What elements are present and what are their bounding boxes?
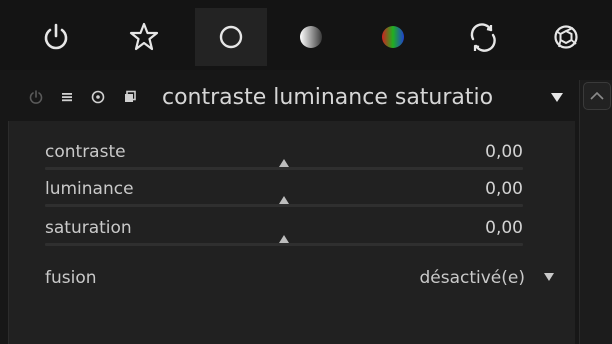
star-icon [129,22,159,51]
color-wheel-icon [382,26,404,48]
module-collapse-button[interactable] [546,86,568,108]
saturation-slider[interactable]: saturation 0,00 [45,217,523,257]
slider-label: contraste [45,142,126,162]
group-tab-power[interactable] [20,8,92,66]
slider-value: 0,00 [485,179,523,199]
luminance-slider[interactable]: luminance 0,00 [45,178,523,218]
slider-label: luminance [45,179,134,199]
slider-value: 0,00 [485,218,523,238]
slider-track[interactable] [45,243,523,246]
module-reset-button[interactable] [88,87,108,107]
triangle-down-icon [551,93,563,102]
triangle-down-icon [544,273,554,281]
multi-instance-icon [125,90,136,102]
slider-marker[interactable] [279,159,289,167]
module-presets-button[interactable] [57,87,77,107]
module-group-bar [0,0,612,70]
group-tab-color[interactable] [357,8,429,66]
circle-outline-icon [219,25,243,49]
module-body: contraste 0,00 luminance 0,00 saturation… [8,121,575,344]
scroll-up-button[interactable] [583,82,611,110]
blend-label: fusion [45,268,97,288]
group-tab-effect[interactable] [530,8,602,66]
group-tab-correct[interactable] [447,8,519,66]
gradient-circle-icon [300,26,322,48]
panel-scrollbar[interactable] [579,80,612,344]
aperture-icon [554,25,578,49]
contrast-slider[interactable]: contraste 0,00 [45,141,523,181]
power-icon [44,23,68,50]
blend-value: désactivé(e) [419,268,525,288]
group-tab-tone[interactable] [275,8,347,66]
power-icon [29,90,43,104]
module-title: contraste luminance saturatio [162,85,494,110]
slider-marker[interactable] [279,235,289,243]
module-multi-instance-button[interactable] [120,87,140,107]
module-header: contraste luminance saturatio [0,78,578,116]
chevron-up-icon [590,91,604,100]
reset-icon [91,90,105,104]
refresh-arc-icon [470,23,496,52]
blend-mode-combobox[interactable]: fusion désactivé(e) [45,268,555,292]
slider-marker[interactable] [279,196,289,204]
group-tab-basic[interactable] [195,8,267,66]
slider-track[interactable] [45,204,523,207]
module-enable-button[interactable] [26,87,46,107]
slider-value: 0,00 [485,142,523,162]
slider-track[interactable] [45,167,523,170]
presets-icon [62,93,72,102]
slider-label: saturation [45,218,132,238]
group-tab-favorites[interactable] [108,8,180,66]
